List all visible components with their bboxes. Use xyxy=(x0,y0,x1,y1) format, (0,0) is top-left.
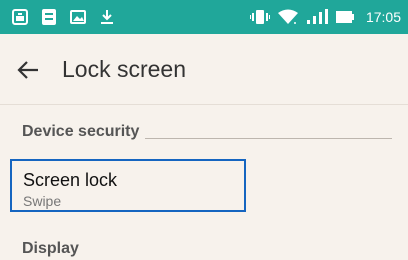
app-bar-divider xyxy=(0,104,408,105)
app-bar: Lock screen xyxy=(0,34,408,104)
section-header-device-security: Device security xyxy=(22,121,392,143)
preference-title: Screen lock xyxy=(23,170,118,190)
image-icon xyxy=(70,10,86,24)
section-label: Device security xyxy=(22,121,146,143)
vibrate-icon xyxy=(249,10,270,24)
document-icon xyxy=(42,9,56,25)
notification-icons xyxy=(12,8,114,26)
arrow-left-icon xyxy=(17,61,38,79)
section-label-display: Display xyxy=(22,240,79,257)
screenshot-icon xyxy=(12,9,28,25)
status-bar: 17:05 xyxy=(0,0,408,34)
back-button[interactable] xyxy=(12,56,44,84)
page-title: Lock screen xyxy=(62,56,187,82)
signal-icon xyxy=(306,9,328,24)
status-clock: 17:05 xyxy=(365,9,401,25)
download-icon xyxy=(101,10,113,24)
system-icons: 17:05 xyxy=(249,8,401,26)
wifi-icon xyxy=(277,9,298,24)
battery-icon xyxy=(335,11,354,23)
screen-lock-preference[interactable]: Screen lock Swipe xyxy=(10,159,246,212)
preference-summary: Swipe xyxy=(23,193,62,209)
